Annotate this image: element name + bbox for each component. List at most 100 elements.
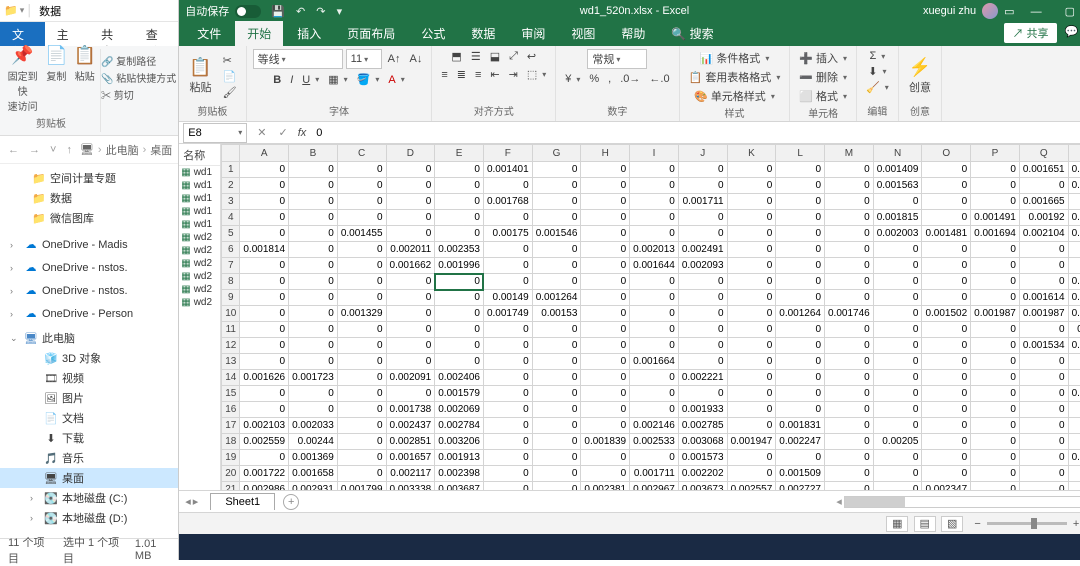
cell[interactable]: 0.001809: [1068, 338, 1080, 354]
cell[interactable]: 0: [240, 354, 289, 370]
qat-more-icon[interactable]: ▾: [333, 6, 347, 18]
cell[interactable]: 0.001947: [727, 434, 776, 450]
cell[interactable]: 0: [727, 306, 776, 322]
cell[interactable]: 0: [386, 210, 435, 226]
cell[interactable]: 0: [581, 290, 630, 306]
cell[interactable]: 0.002013: [630, 242, 679, 258]
file-item[interactable]: ▦wd2: [179, 257, 220, 270]
cell[interactable]: 0: [873, 338, 922, 354]
file-item[interactable]: ▦wd2: [179, 231, 220, 244]
cell[interactable]: 0: [873, 482, 922, 491]
cell[interactable]: 0.001814: [240, 242, 289, 258]
cell[interactable]: 0: [240, 338, 289, 354]
cell[interactable]: 0: [386, 354, 435, 370]
cell[interactable]: 0: [727, 290, 776, 306]
cell[interactable]: 0: [727, 450, 776, 466]
cell[interactable]: 0: [922, 370, 971, 386]
cell[interactable]: 0: [971, 482, 1020, 491]
cell[interactable]: 0: [922, 242, 971, 258]
page-break-view-icon[interactable]: ▧: [941, 516, 963, 532]
share-button[interactable]: ↗ 共享: [1004, 23, 1056, 43]
cell[interactable]: 0: [483, 178, 532, 194]
add-sheet-button[interactable]: +: [283, 494, 299, 510]
cell[interactable]: 0.002398: [435, 466, 484, 482]
cell[interactable]: 0: [1019, 482, 1068, 491]
cell[interactable]: 0: [240, 210, 289, 226]
recent-locations-button[interactable]: ˅: [48, 144, 58, 156]
zoom-slider[interactable]: [987, 522, 1067, 525]
autosave-toggle[interactable]: [235, 5, 261, 18]
cell[interactable]: 0.00153: [532, 306, 581, 322]
cell[interactable]: 0: [727, 258, 776, 274]
row-header[interactable]: 8: [222, 274, 240, 290]
cell[interactable]: 0: [337, 322, 386, 338]
cell[interactable]: 0.001546: [532, 226, 581, 242]
column-header[interactable]: J: [678, 145, 727, 162]
cell[interactable]: 0.001694: [971, 226, 1020, 242]
cell[interactable]: 0: [240, 194, 289, 210]
cell[interactable]: 0: [727, 178, 776, 194]
cell[interactable]: 0: [581, 370, 630, 386]
increase-font-icon[interactable]: A↑: [385, 52, 404, 66]
cell[interactable]: 0: [532, 354, 581, 370]
cell[interactable]: 0: [581, 178, 630, 194]
row-header[interactable]: 3: [222, 194, 240, 210]
cell[interactable]: 0.002347: [922, 482, 971, 491]
cell[interactable]: 0.001401: [483, 162, 532, 178]
column-header[interactable]: E: [435, 145, 484, 162]
merge-icon[interactable]: ⬚▾: [524, 67, 549, 82]
cell[interactable]: 0: [922, 466, 971, 482]
cell[interactable]: 0: [727, 194, 776, 210]
cell[interactable]: 0.001526: [1068, 274, 1080, 290]
insert-cells-button[interactable]: ➕ 插入▾: [796, 49, 850, 67]
cell[interactable]: 0: [1068, 418, 1080, 434]
cell[interactable]: 0: [289, 258, 338, 274]
cell[interactable]: 0: [678, 306, 727, 322]
cell[interactable]: 0: [581, 322, 630, 338]
cell[interactable]: 0: [581, 338, 630, 354]
row-header[interactable]: 13: [222, 354, 240, 370]
undo-icon[interactable]: ↶: [292, 6, 309, 18]
tab-insert[interactable]: 插入: [285, 21, 333, 46]
cell[interactable]: 0: [971, 242, 1020, 258]
cell[interactable]: 0.001534: [1019, 338, 1068, 354]
cell[interactable]: 0: [776, 194, 825, 210]
cell[interactable]: 0: [922, 258, 971, 274]
explorer-tree[interactable]: 📁空间计量专题 📁数据 📁微信图库 ›☁OneDrive - Madis ›☁O…: [0, 164, 178, 538]
cell[interactable]: 0.001987: [971, 306, 1020, 322]
cell[interactable]: 0: [1068, 370, 1080, 386]
cell[interactable]: 0: [727, 402, 776, 418]
cell[interactable]: 0: [776, 370, 825, 386]
cell[interactable]: 0: [727, 322, 776, 338]
cell[interactable]: 0: [435, 210, 484, 226]
orientation-icon[interactable]: ⤢: [506, 49, 521, 64]
cell[interactable]: 0.002247: [776, 434, 825, 450]
cell[interactable]: 0: [1019, 466, 1068, 482]
cell[interactable]: 0: [825, 386, 874, 402]
fill-color-icon[interactable]: 🪣▾: [354, 72, 383, 87]
cell[interactable]: 0.002033: [289, 418, 338, 434]
cell[interactable]: 0: [922, 418, 971, 434]
tab-share[interactable]: 共享: [89, 22, 134, 46]
row-header[interactable]: 18: [222, 434, 240, 450]
cell[interactable]: 0: [1068, 354, 1080, 370]
cell[interactable]: 0: [581, 242, 630, 258]
cell[interactable]: 0: [240, 178, 289, 194]
cell[interactable]: 0: [873, 418, 922, 434]
forward-button[interactable]: →: [27, 144, 42, 156]
cell[interactable]: 0: [825, 290, 874, 306]
cell[interactable]: 0: [873, 322, 922, 338]
cell[interactable]: 0: [678, 322, 727, 338]
cell[interactable]: 0.002091: [386, 370, 435, 386]
cell[interactable]: 0: [922, 178, 971, 194]
cell[interactable]: 0: [825, 162, 874, 178]
enter-icon[interactable]: ✓: [272, 126, 293, 139]
zoom-out-button[interactable]: −: [974, 518, 980, 530]
cell[interactable]: 0: [337, 274, 386, 290]
inc-decimal-icon[interactable]: .0→: [617, 72, 643, 86]
file-item[interactable]: ▦wd2: [179, 283, 220, 296]
cell[interactable]: 0.001264: [532, 290, 581, 306]
cell[interactable]: 0: [922, 210, 971, 226]
cell[interactable]: 0: [971, 258, 1020, 274]
cell[interactable]: 0: [825, 354, 874, 370]
